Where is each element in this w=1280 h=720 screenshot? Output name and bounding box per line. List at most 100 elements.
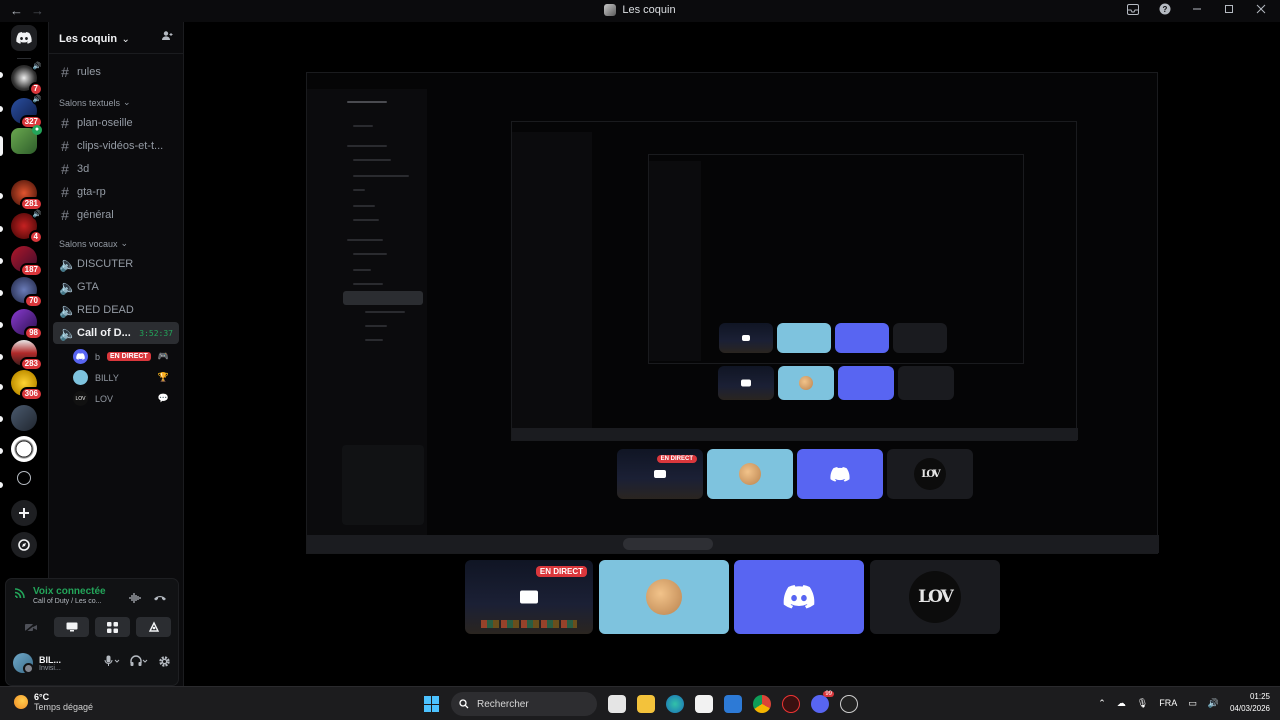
voice-channel-call-of-duty[interactable]: 🔈 Call of D... 3:52:37 (53, 322, 179, 344)
maximize-icon[interactable] (1222, 2, 1236, 16)
file-explorer-icon[interactable] (637, 695, 655, 713)
stream-preview-level-1: EN DIRECT LOV (306, 72, 1159, 554)
discord-home-icon[interactable] (11, 25, 37, 51)
store-icon[interactable] (695, 695, 713, 713)
server-icon[interactable]: 🔊 327 (11, 95, 43, 129)
speaker-icon: 🔈 (59, 301, 77, 318)
help-icon[interactable]: ? (1158, 2, 1172, 16)
speaker-icon: 🔊 (32, 95, 42, 105)
add-server-icon[interactable] (11, 500, 37, 526)
taskbar-search[interactable]: Rechercher (451, 692, 597, 716)
unread-pill (0, 448, 3, 454)
chevron-down-icon: ⌄ (123, 97, 131, 107)
category-text[interactable]: Salons textuels ⌄ (49, 83, 183, 112)
stream-tile-b[interactable]: EN DIRECT (465, 560, 593, 634)
language-indicator[interactable]: FRA (1159, 698, 1177, 708)
server-header[interactable]: Les coquin ⌄ (49, 22, 183, 54)
speaker-icon: 🔈 (59, 324, 77, 341)
server-icon[interactable]: 🔊 7 (11, 62, 43, 96)
voice-member[interactable]: BILLY 🏆 (73, 367, 173, 388)
server-icon[interactable]: 281 (11, 180, 43, 211)
activity-icon: 🎮 (157, 351, 169, 361)
add-member-icon[interactable] (161, 29, 173, 47)
nested-taskbar (307, 535, 1159, 553)
disconnect-icon[interactable] (153, 591, 167, 609)
unread-pill (0, 354, 3, 360)
server-icon[interactable]: 187 (11, 246, 43, 277)
edge-icon[interactable] (666, 695, 684, 713)
nested-lov-tile: LOV (887, 449, 973, 499)
server-icon[interactable]: 98 (11, 309, 43, 340)
volume-icon[interactable]: 🔊 (1208, 698, 1219, 709)
stream-tile-billy[interactable] (599, 560, 729, 634)
voice-member[interactable]: LOV LOV 💬 (73, 388, 173, 409)
minimize-icon[interactable] (1190, 2, 1204, 16)
inbox-icon[interactable] (1126, 2, 1140, 16)
headphones-icon[interactable] (130, 655, 148, 671)
server-icon[interactable] (11, 405, 37, 431)
server-icon[interactable] (17, 471, 31, 485)
channel-name: 3d (77, 163, 90, 175)
channel-name: gta-rp (77, 186, 106, 198)
discord-app-icon[interactable]: 99 (811, 691, 834, 713)
user-row: BIL... Invisi... (13, 653, 171, 674)
task-view-icon[interactable] (608, 695, 626, 713)
mail-icon[interactable] (724, 695, 742, 713)
avatar (73, 370, 88, 385)
server-icon[interactable]: 70 (11, 277, 43, 308)
taskbar-clock[interactable]: 01:25 04/03/2026 (1230, 691, 1270, 715)
unread-pill (0, 106, 3, 112)
server-icon[interactable]: 🔊 4 (11, 210, 43, 244)
opera-icon[interactable] (782, 695, 800, 713)
server-icon[interactable]: 283 (11, 340, 43, 371)
channel-rules[interactable]: # rules (53, 61, 179, 83)
channel-plan-oseille[interactable]: # plan-oseille (53, 112, 179, 134)
channel-name: RED DEAD (77, 304, 134, 316)
camera-off-button[interactable] (13, 617, 48, 637)
stream-tile-lov[interactable]: LOV (870, 560, 1000, 634)
network-icon[interactable]: ▭ (1188, 698, 1197, 709)
member-name: LOV (95, 393, 114, 404)
screen-share-icon (520, 590, 538, 604)
settings-gear-icon[interactable] (158, 655, 171, 671)
close-icon[interactable] (1254, 2, 1268, 16)
steam-icon[interactable] (840, 695, 858, 713)
channel-gta-rp[interactable]: # gta-rp (53, 181, 179, 203)
chrome-icon[interactable] (753, 695, 771, 713)
weather-widget[interactable]: 6°C Temps dégagé (14, 692, 93, 712)
stream-tile-discord[interactable] (734, 560, 864, 634)
screen-share-button[interactable] (54, 617, 89, 637)
weather-sun-icon (14, 695, 28, 709)
voice-location[interactable]: Call of Duty / Les co... (33, 598, 106, 605)
server-icon[interactable] (11, 436, 37, 462)
activities-button[interactable] (95, 617, 130, 637)
category-label: Salons textuels (59, 97, 121, 108)
soundboard-button[interactable] (136, 617, 171, 637)
hash-icon: # (61, 64, 69, 80)
voice-channel-red-dead[interactable]: 🔈 RED DEAD (53, 299, 179, 321)
server-icon[interactable]: 306 (11, 370, 43, 401)
nested-rail (307, 89, 339, 539)
voice-member[interactable]: b EN DIRECT 🎮 (73, 346, 173, 367)
mic-tray-icon[interactable]: 🎙 (1137, 698, 1148, 709)
mention-badge: 283 (19, 357, 43, 371)
windows-start-icon[interactable] (424, 696, 440, 712)
chevron-up-icon[interactable]: ⌃ (1098, 698, 1106, 709)
search-placeholder: Rechercher (477, 698, 529, 710)
windows-taskbar: 6°C Temps dégagé Rechercher 99 ⌃ ☁ 🎙 FRA… (0, 686, 1280, 720)
noise-suppression-icon[interactable] (129, 591, 141, 609)
voice-channel-gta[interactable]: 🔈 GTA (53, 276, 179, 298)
voice-channel-discuter[interactable]: 🔈 DISCUTER (53, 253, 179, 275)
channel-3d[interactable]: #3d (53, 158, 179, 180)
mention-badge: 7 (28, 82, 43, 96)
category-voice[interactable]: Salons vocaux ⌄ (49, 226, 183, 253)
channel-clips[interactable]: # clips-vidéos-et-t... (53, 135, 179, 157)
microphone-icon[interactable] (104, 655, 120, 671)
avatar[interactable] (13, 653, 34, 674)
stream-stage[interactable]: EN DIRECT LOV EN DIRECT LOV (184, 22, 1280, 686)
server-icon-selected[interactable]: ● (11, 125, 42, 154)
discover-icon[interactable] (11, 532, 37, 558)
cloud-icon[interactable]: ☁ (1117, 698, 1126, 709)
channel-general[interactable]: # général (53, 204, 179, 226)
title-bar: ← → Les coquin ? (0, 0, 1280, 22)
